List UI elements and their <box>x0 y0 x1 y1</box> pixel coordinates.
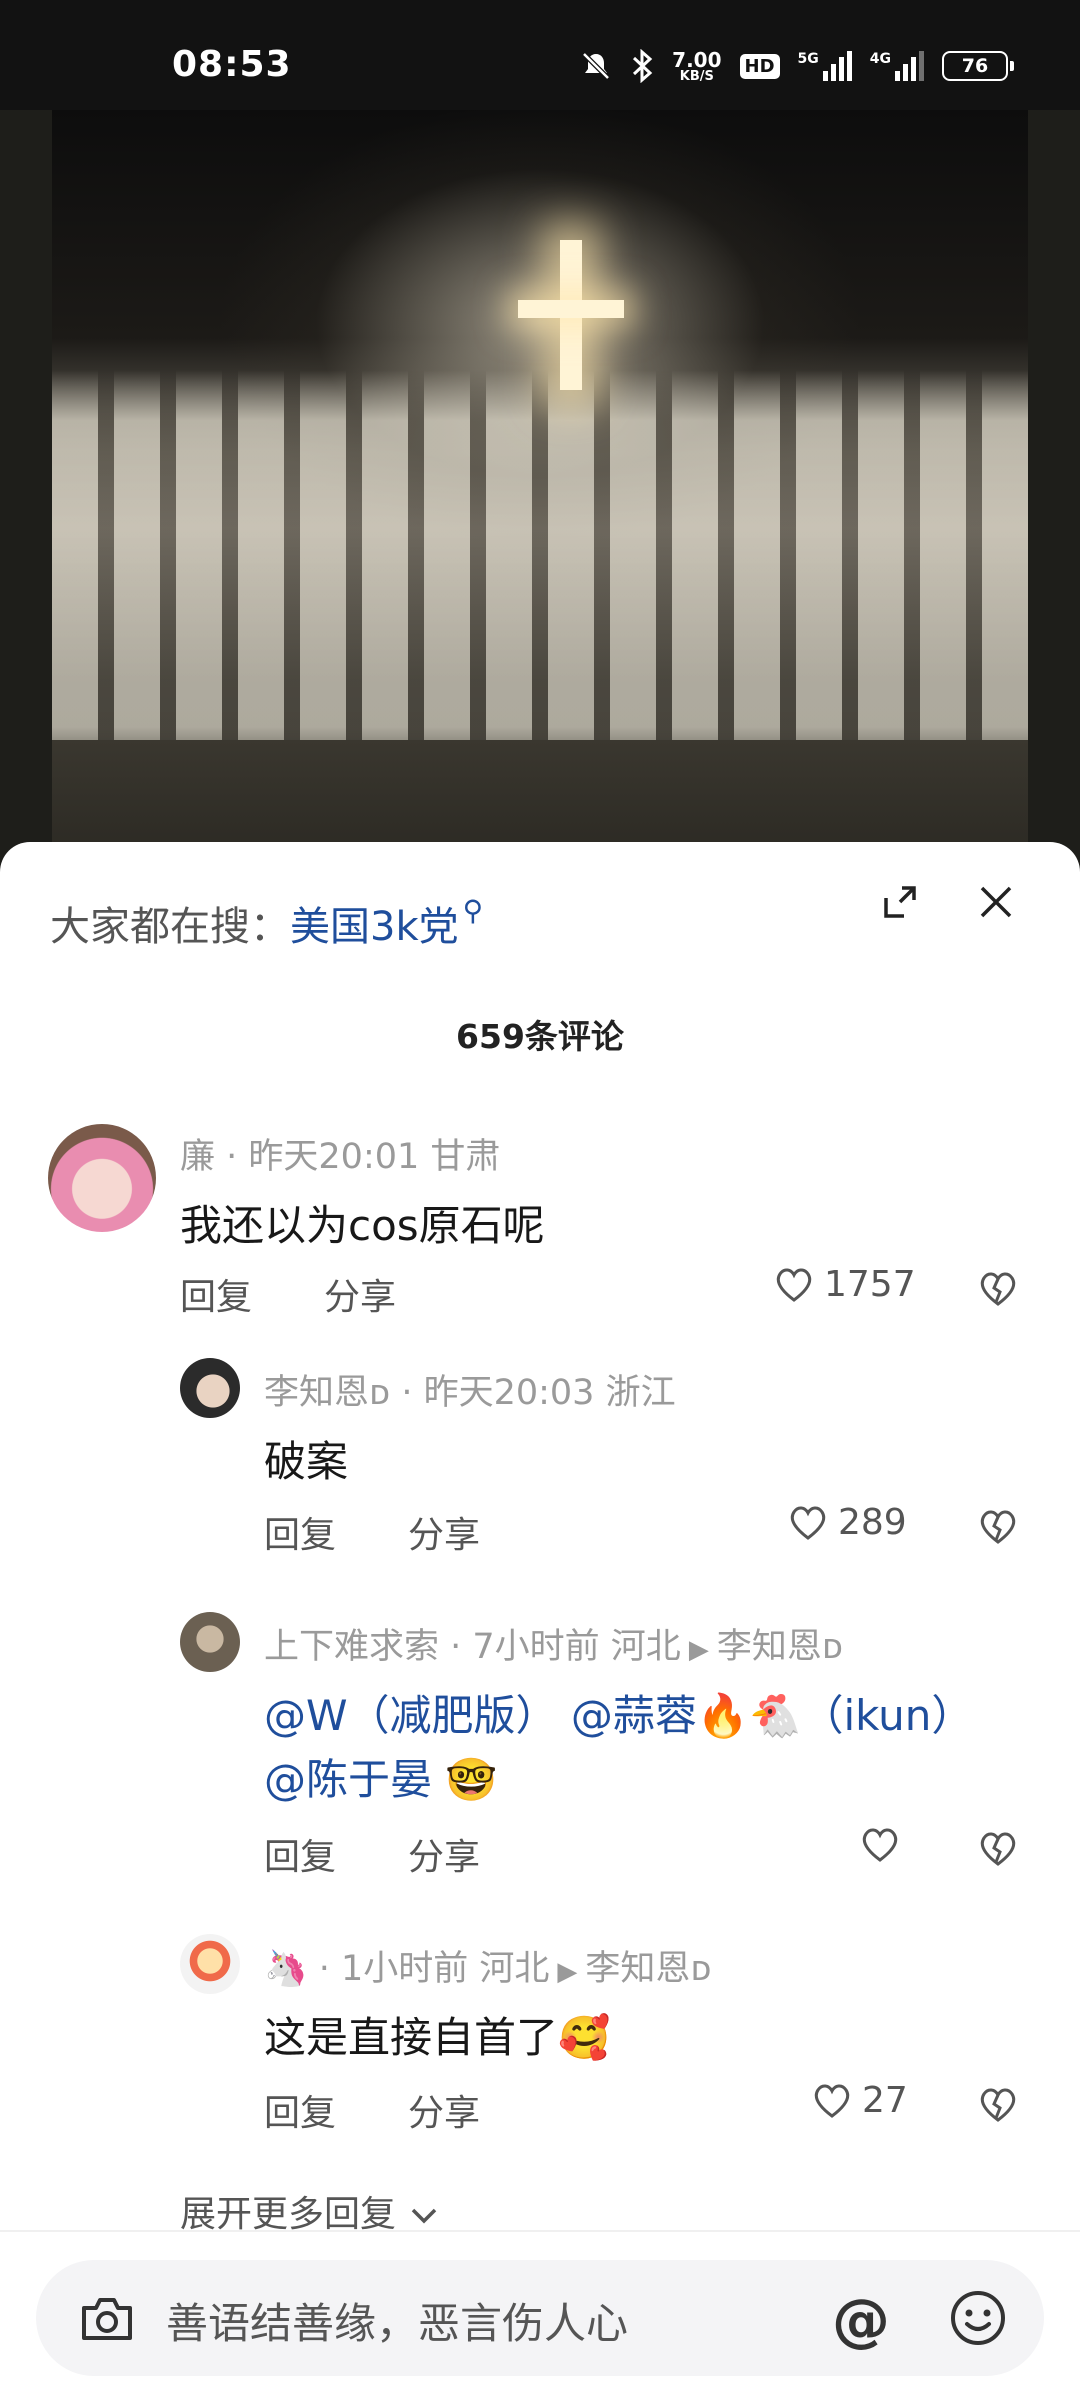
share-button[interactable]: 分享 <box>408 1515 480 1556</box>
comment-sheet: 大家都在搜：美国3k党 ⚲ 659条评论 廉 · 昨天20:01 甘肃 我还以为c… <box>0 842 1080 2400</box>
reply-arrow-icon: ▶ <box>557 1957 578 1987</box>
avatar[interactable] <box>180 1358 240 1418</box>
expand-icon[interactable] <box>880 882 920 922</box>
reply-arrow-icon: ▶ <box>688 1635 709 1665</box>
comment-time-location: 昨天20:03 浙江 <box>423 1373 676 1413</box>
comment-text: 我还以为cos原石呢 <box>180 1201 545 1250</box>
burning-cross-bar <box>518 300 624 318</box>
comment-author[interactable]: 李知恩ᴅ <box>264 1373 390 1413</box>
heart-icon <box>776 1268 812 1302</box>
comment-actions: 回复 分享 <box>264 1506 552 1558</box>
like-button[interactable]: 27 <box>810 2078 908 2122</box>
status-bar: 08:53 7.00 KB/S HD 5G 4G 76 <box>0 0 1080 110</box>
comment-input[interactable]: 善语结善缘，恶言伤人心 @ <box>36 2260 1044 2376</box>
video-crowd <box>52 370 1028 790</box>
search-suggestion-term[interactable]: 美国3k党 <box>290 904 459 950</box>
dislike-icon[interactable] <box>976 1826 1020 1870</box>
comment-meta: 上下难求索 · 7小时前 河北 ▶ 李知恩ᴅ <box>264 1627 843 1667</box>
share-button[interactable]: 分享 <box>408 1837 480 1878</box>
heart-icon <box>814 2084 850 2118</box>
expand-more-replies-label: 展开更多回复 <box>180 2194 397 2235</box>
net-speed-unit: KB/S <box>679 68 714 84</box>
dislike-icon[interactable] <box>976 1266 1020 1310</box>
like-button[interactable]: 1757 <box>772 1262 916 1306</box>
reply-button[interactable]: 回复 <box>264 2093 336 2134</box>
video-player[interactable] <box>0 110 1080 870</box>
mention-icon[interactable]: @ <box>832 2286 890 2354</box>
signal-5g: 5G <box>798 51 852 81</box>
battery-icon: 76 <box>942 51 1014 81</box>
comment-actions: 回复 分享 <box>264 1828 552 1880</box>
bluetooth-icon <box>633 49 653 83</box>
comment-count: 659条评论 <box>456 1017 624 1056</box>
comment-time-location: 1小时前 河北 <box>340 1949 550 1989</box>
comment-text-line2[interactable]: @陈于晏 🤓 <box>264 1746 498 1807</box>
like-button[interactable]: 289 <box>786 1500 907 1544</box>
comment-meta: 🦄 · 1小时前 河北 ▶ 李知恩ᴅ <box>264 1949 712 1989</box>
signal-5g-label: 5G <box>797 51 819 67</box>
comment-text-line1[interactable]: @W（减肥版） @蒜蓉🔥🐔（ikun） <box>264 1682 973 1743</box>
share-button[interactable]: 分享 <box>324 1277 396 1318</box>
signal-bars-icon <box>895 51 924 81</box>
dislike-icon[interactable] <box>976 2082 1020 2126</box>
comment-actions: 回复 分享 <box>264 2084 552 2136</box>
comment-input-bar: 善语结善缘，恶言伤人心 @ <box>0 2230 1080 2400</box>
net-speed: 7.00 KB/S <box>672 50 721 83</box>
comment-text: 这是直接自首了🥰 <box>264 2013 611 2062</box>
dislike-icon[interactable] <box>976 1504 1020 1548</box>
like-count: 289 <box>838 1501 907 1543</box>
comment-time-location: 昨天20:01 甘肃 <box>248 1137 501 1177</box>
comment-time-location: 7小时前 河北 <box>472 1627 681 1667</box>
like-count: 27 <box>862 2079 908 2121</box>
hd-badge: HD <box>739 53 780 79</box>
like-button[interactable] <box>858 1822 910 1866</box>
emoji-icon[interactable] <box>948 2288 1008 2348</box>
comment-meta: 李知恩ᴅ · 昨天20:03 浙江 <box>264 1373 676 1413</box>
comment-meta: 廉 · 昨天20:01 甘肃 <box>180 1137 501 1177</box>
avatar[interactable] <box>180 1934 240 1994</box>
net-speed-value: 7.00 <box>672 47 722 72</box>
avatar[interactable] <box>48 1124 156 1232</box>
close-icon[interactable] <box>976 882 1016 922</box>
avatar[interactable] <box>180 1612 240 1672</box>
search-icon: ⚲ <box>462 894 484 927</box>
clock: 08:53 <box>172 44 292 85</box>
share-button[interactable]: 分享 <box>408 2093 480 2134</box>
like-count: 1757 <box>824 1263 916 1305</box>
signal-4g-label: 4G <box>869 51 891 67</box>
reply-to-user[interactable]: 李知恩ᴅ <box>717 1627 843 1667</box>
signal-bars-icon <box>822 51 852 81</box>
comment-input-placeholder: 善语结善缘，恶言伤人心 <box>166 2299 629 2348</box>
search-suggestion-label: 大家都在搜： <box>50 904 290 950</box>
camera-icon[interactable] <box>78 2294 136 2344</box>
video-frame <box>52 110 1028 870</box>
chevron-down-icon <box>412 2208 437 2224</box>
status-icons: 7.00 KB/S HD 5G 4G 76 <box>580 44 1014 88</box>
comment-text: 破案 <box>264 1437 349 1486</box>
reply-to-user[interactable]: 李知恩ᴅ <box>585 1949 711 1989</box>
comment-author[interactable]: 🦄 <box>264 1949 308 1989</box>
comment-author[interactable]: 上下难求索 <box>264 1627 439 1667</box>
heart-icon <box>862 1828 898 1862</box>
mute-icon <box>582 52 610 80</box>
reply-button[interactable]: 回复 <box>180 1277 252 1318</box>
signal-4g: 4G <box>870 51 924 81</box>
search-suggestion[interactable]: 大家都在搜：美国3k党 ⚲ <box>50 894 483 952</box>
reply-button[interactable]: 回复 <box>264 1837 336 1878</box>
heart-icon <box>790 1506 826 1540</box>
reply-button[interactable]: 回复 <box>264 1515 336 1556</box>
comment-actions: 回复 分享 <box>180 1268 468 1320</box>
comment-author[interactable]: 廉 <box>180 1137 215 1177</box>
